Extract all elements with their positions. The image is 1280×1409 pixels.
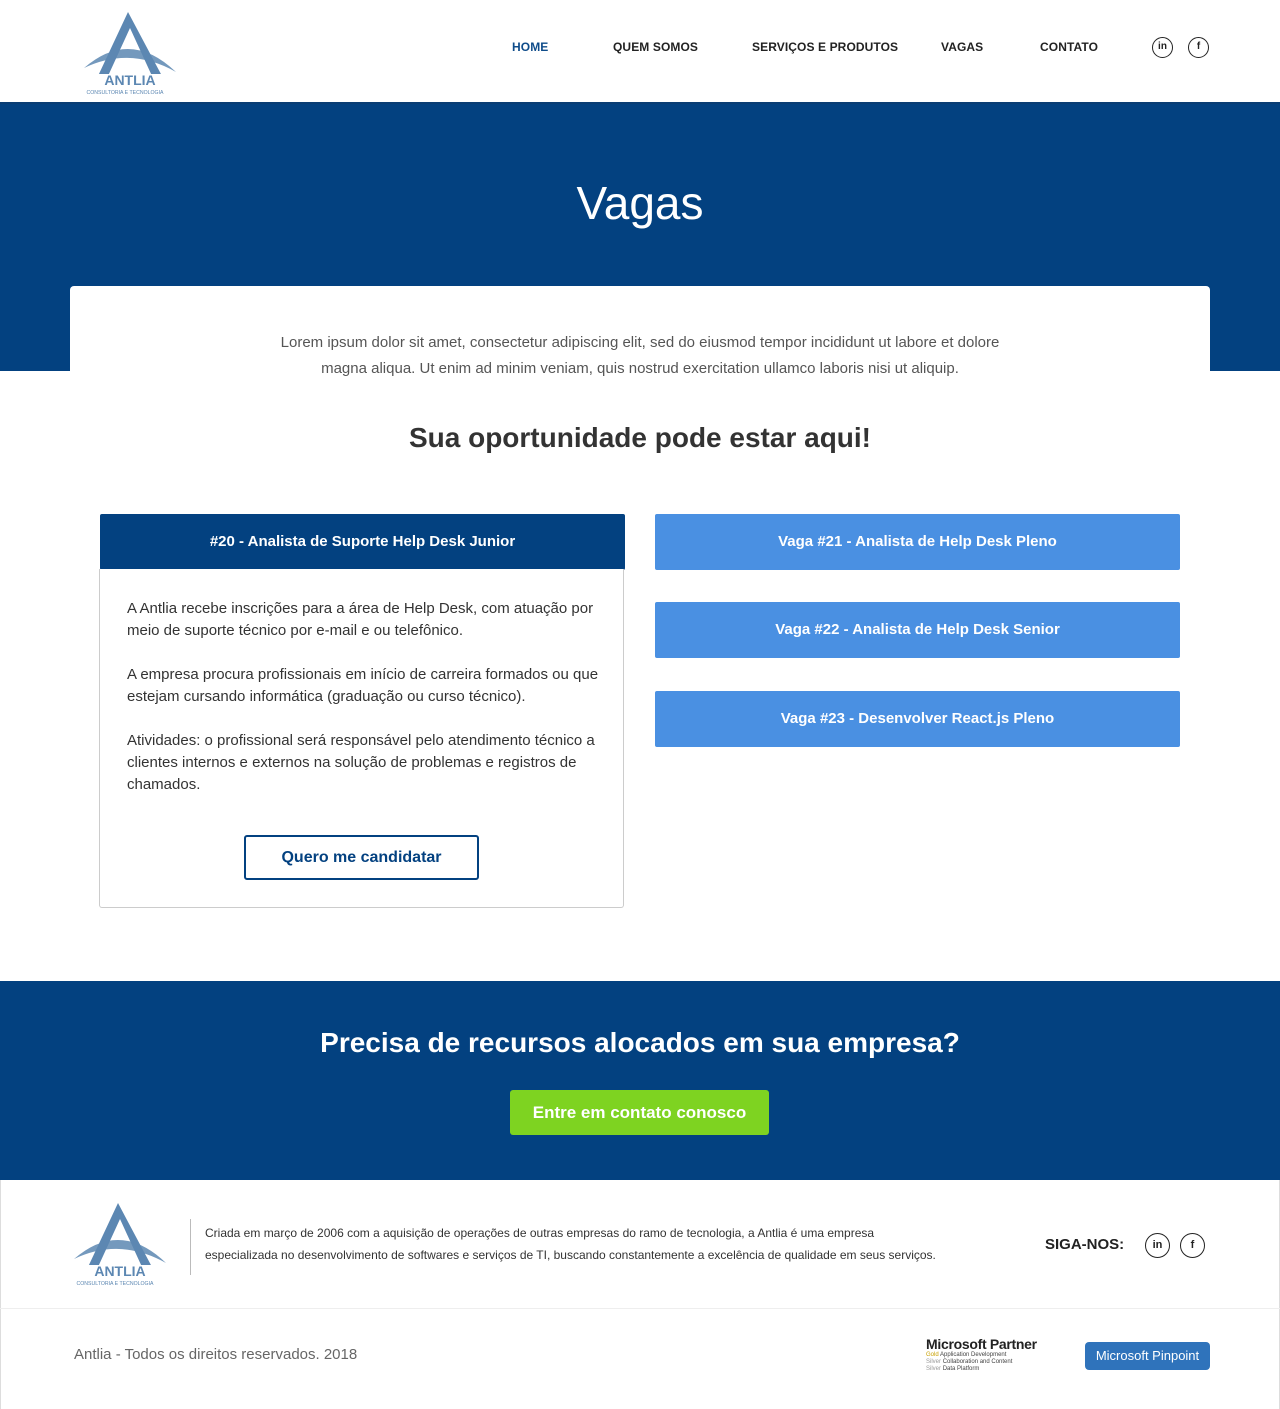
linkedin-link[interactable]: in xyxy=(1152,37,1173,58)
logo-wordmark: ANTLIA xyxy=(104,72,155,88)
intro-line-2: magna aliqua. Ut enim ad minim veniam, q… xyxy=(321,360,959,377)
microsoft-partner-badge: Microsoft Partner Gold Application Devel… xyxy=(926,1336,1056,1373)
job-description-paragraph: A empresa procura profissionais em iníci… xyxy=(127,666,599,705)
footer-logo-wordmark: ANTLIA xyxy=(94,1263,145,1279)
ms-partner-title: Microsoft Partner xyxy=(926,1336,1037,1352)
ms-partner-competency: Silver Collaboration and Content xyxy=(926,1359,1013,1365)
nav-vagas[interactable]: VAGAS xyxy=(941,40,983,54)
footer-logo-tagline: CONSULTORIA E TECNOLOGIA xyxy=(77,1281,155,1287)
job-description-paragraph: Atividades: o profissional será responsá… xyxy=(127,732,595,793)
site-header: ANTLIA CONSULTORIA E TECNOLOGIA HOME QUE… xyxy=(0,0,1280,104)
linkedin-icon: in xyxy=(1145,1233,1170,1258)
nav-contato[interactable]: CONTATO xyxy=(1040,40,1098,54)
ms-partner-competency: Silver Data Platform xyxy=(926,1366,980,1372)
cta-title: Precisa de recursos alocados em sua empr… xyxy=(320,1027,960,1058)
linkedin-icon: in xyxy=(1152,37,1173,58)
facebook-icon: f xyxy=(1180,1233,1205,1258)
job-21-button[interactable]: Vaga #21 - Analista de Help Desk Pleno xyxy=(655,514,1180,570)
footer-about-text: Criada em março de 2006 com a aquisição … xyxy=(205,1222,1005,1266)
apply-button[interactable]: Quero me candidatar xyxy=(244,835,479,880)
copyright-text: Antlia - Todos os direitos reservados. 2… xyxy=(74,1346,358,1363)
job-description-paragraph: A Antlia recebe inscrições para a área d… xyxy=(127,600,594,639)
footer-separator xyxy=(0,1308,1280,1309)
logo-tagline: CONSULTORIA E TECNOLOGIA xyxy=(87,90,165,96)
job-20-header[interactable]: #20 - Analista de Suporte Help Desk Juni… xyxy=(100,514,625,570)
footer-linkedin-link[interactable]: in xyxy=(1145,1233,1170,1258)
facebook-icon: f xyxy=(1188,37,1209,58)
ms-partner-competency: Gold Application Development xyxy=(926,1352,1007,1358)
nav-quem-somos[interactable]: QUEM SOMOS xyxy=(613,40,698,54)
job-22-button[interactable]: Vaga #22 - Analista de Help Desk Senior xyxy=(655,602,1180,658)
footer-antlia-logo[interactable]: ANTLIA CONSULTORIA E TECNOLOGIA xyxy=(70,1200,170,1288)
cta-section xyxy=(0,981,1280,1180)
nav-servicos-produtos[interactable]: SERVIÇOS E PRODUTOS xyxy=(752,40,898,54)
job-20-description: A Antlia recebe inscrições para a área d… xyxy=(127,598,602,818)
follow-us-label: SIGA-NOS: xyxy=(1045,1236,1125,1253)
intro-line-1: Lorem ipsum dolor sit amet, consectetur … xyxy=(280,334,1000,351)
main-nav: HOME QUEM SOMOS SERVIÇOS E PRODUTOS VAGA… xyxy=(0,40,1280,60)
site-footer xyxy=(0,1180,1280,1409)
footer-facebook-link[interactable]: f xyxy=(1180,1233,1205,1258)
intro-text: Lorem ipsum dolor sit amet, consectetur … xyxy=(0,330,1280,382)
microsoft-pinpoint-badge[interactable]: Microsoft Pinpoint xyxy=(1085,1342,1210,1370)
contact-us-button[interactable]: Entre em contato conosco xyxy=(510,1090,769,1135)
nav-home[interactable]: HOME xyxy=(512,40,548,54)
footer-about-line-1: Criada em março de 2006 com a aquisição … xyxy=(205,1226,875,1240)
jobs-section-title: Sua oportunidade pode estar aqui! xyxy=(408,422,872,453)
facebook-link[interactable]: f xyxy=(1188,37,1209,58)
footer-divider xyxy=(190,1219,191,1275)
job-23-button[interactable]: Vaga #23 - Desenvolver React.js Pleno xyxy=(655,691,1180,747)
footer-about-line-2: especializada no desenvolvimento de soft… xyxy=(205,1248,936,1262)
page-title: Vagas xyxy=(576,177,704,229)
footer-logo-graphic: ANTLIA CONSULTORIA E TECNOLOGIA xyxy=(74,1203,166,1287)
